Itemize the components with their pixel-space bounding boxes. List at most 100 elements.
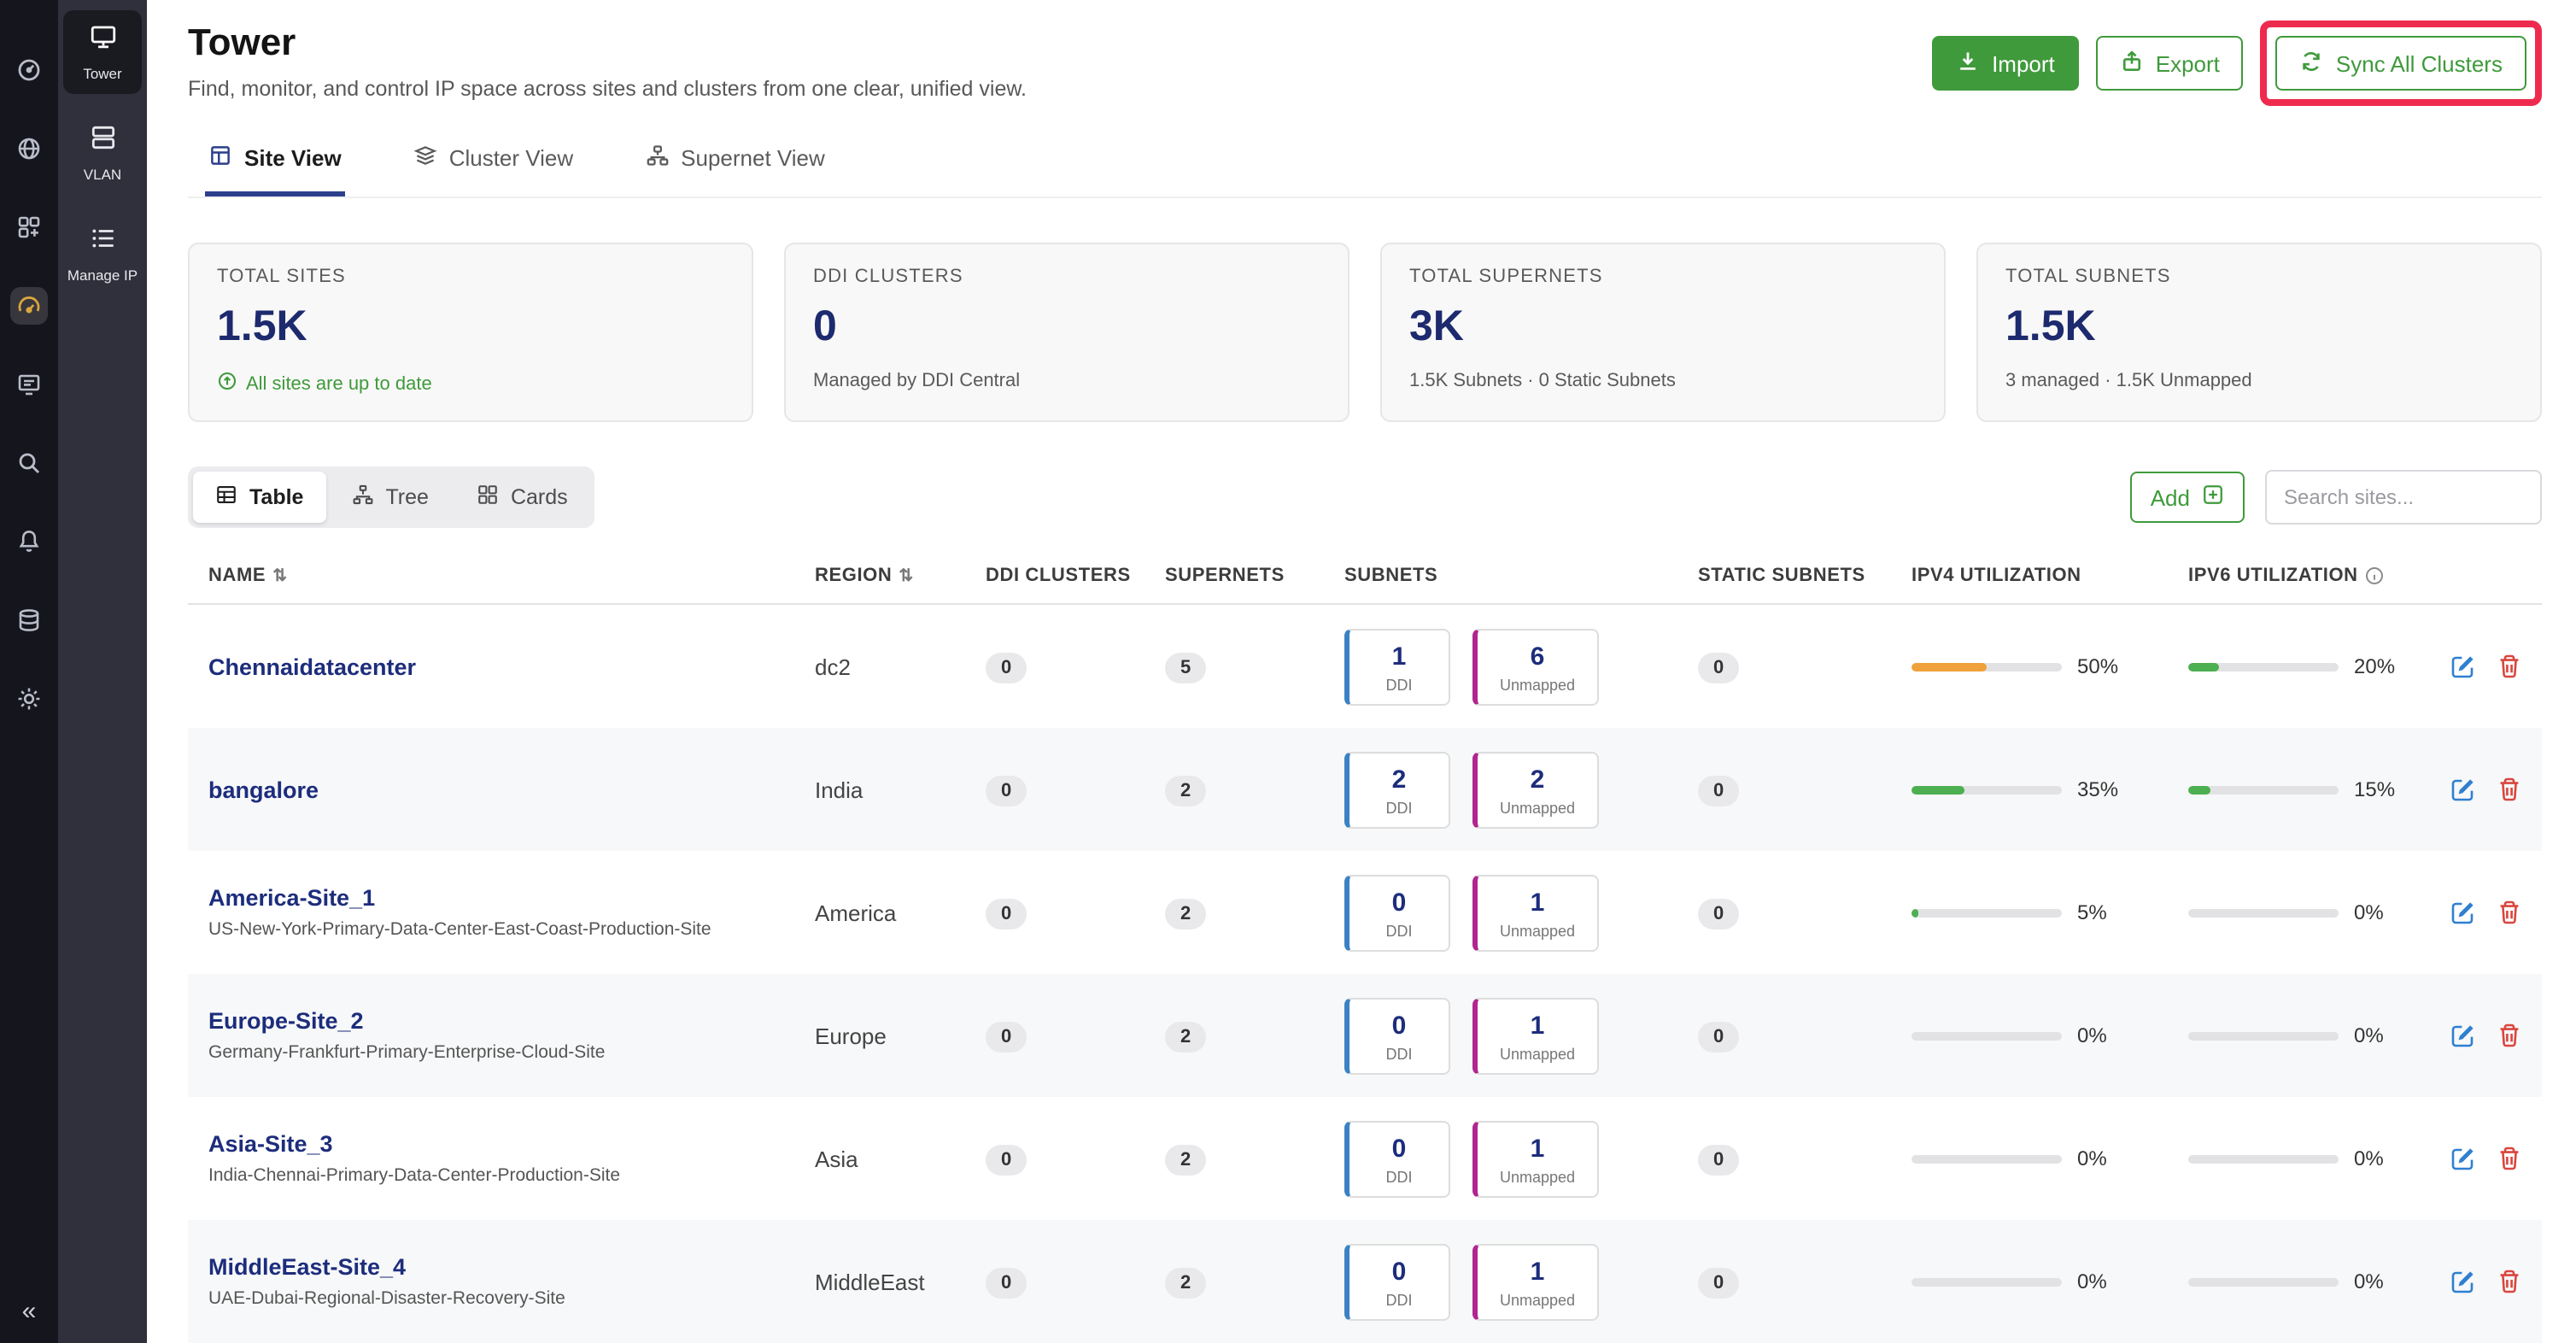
unmapped-subnets-label: Unmapped <box>1478 1168 1597 1185</box>
nav-item-manage-ip[interactable]: Manage IP <box>63 211 142 295</box>
view-toggle-tree[interactable]: Tree <box>329 472 451 523</box>
plus-square-icon <box>2202 484 2224 511</box>
view-toggle-table[interactable]: Table <box>193 472 325 523</box>
unmapped-subnets-box[interactable]: 6 Unmapped <box>1472 628 1599 705</box>
site-description: Germany-Frankfurt-Primary-Enterprise-Clo… <box>208 1042 815 1063</box>
unmapped-subnets-box[interactable]: 1 Unmapped <box>1472 1243 1599 1320</box>
table-row: Chennaidatacenter dc2 0 5 1 DDI 6 Unmapp… <box>188 605 2542 728</box>
ddi-subnets-box[interactable]: 0 DDI <box>1344 1243 1450 1320</box>
unmapped-subnets-label: Unmapped <box>1478 922 1597 939</box>
annotation-highlight-box: Sync All Clusters <box>2261 21 2542 106</box>
ipv6-percent: 0% <box>2354 1147 2384 1170</box>
tab-site-view[interactable]: Site View <box>205 133 345 196</box>
unmapped-subnets-box[interactable]: 1 Unmapped <box>1472 1120 1599 1197</box>
ddi-subnets-box[interactable]: 1 DDI <box>1344 628 1450 705</box>
unmapped-subnets-box[interactable]: 1 Unmapped <box>1472 997 1599 1074</box>
tab-supernet-view[interactable]: Supernet View <box>641 133 828 196</box>
unmapped-subnets-box[interactable]: 1 Unmapped <box>1472 874 1599 951</box>
nav-item-vlan[interactable]: VLAN <box>63 111 142 195</box>
site-name-link[interactable]: bangalore <box>208 777 815 802</box>
globe-icon[interactable] <box>10 130 48 167</box>
stat-value: 1.5K <box>2005 302 2513 352</box>
ipv4-percent: 35% <box>2077 777 2118 801</box>
import-button[interactable]: Import <box>1932 36 2079 91</box>
supernets-badge: 5 <box>1165 652 1206 683</box>
unmapped-subnets-label: Unmapped <box>1478 1045 1597 1062</box>
stat-subtext: 3 managed · 1.5K Unmapped <box>2005 371 2252 391</box>
sort-icon[interactable]: ⇅ <box>272 566 287 585</box>
audit-search-icon[interactable] <box>10 444 48 482</box>
unmapped-subnets-box[interactable]: 2 Unmapped <box>1472 751 1599 828</box>
sort-icon[interactable]: ⇅ <box>899 566 913 585</box>
col-header-region[interactable]: REGION⇅ <box>815 566 986 586</box>
region-cell: dc2 <box>815 654 986 679</box>
site-name-link[interactable]: Europe-Site_2 <box>208 1008 815 1034</box>
export-button[interactable]: Export <box>2096 36 2244 91</box>
stat-value: 1.5K <box>217 302 724 352</box>
storage-layers-icon[interactable] <box>10 601 48 639</box>
edit-site-button[interactable] <box>2448 1021 2477 1050</box>
stat-label: DDI CLUSTERS <box>813 267 1320 287</box>
delete-site-button[interactable] <box>2494 1144 2523 1173</box>
ipv4-percent: 50% <box>2077 654 2118 678</box>
ddi-subnets-box[interactable]: 0 DDI <box>1344 874 1450 951</box>
edit-site-button[interactable] <box>2448 1144 2477 1173</box>
ddi-clusters-badge: 0 <box>986 898 1027 929</box>
ipv4-percent: 0% <box>2077 1023 2107 1047</box>
ipam-gauge-icon[interactable] <box>10 287 48 325</box>
ipv4-percent: 5% <box>2077 900 2107 924</box>
site-name-link[interactable]: America-Site_1 <box>208 885 815 911</box>
search-sites-input[interactable] <box>2265 470 2542 525</box>
site-description: India-Chennai-Primary-Data-Center-Produc… <box>208 1165 815 1186</box>
ddi-subnets-box[interactable]: 2 DDI <box>1344 751 1450 828</box>
col-header-name[interactable]: NAME⇅ <box>208 566 815 586</box>
add-site-button[interactable]: Add <box>2130 472 2245 523</box>
tab-cluster-view[interactable]: Cluster View <box>410 133 577 196</box>
region-cell: Europe <box>815 1023 986 1048</box>
module-nav: Tower VLAN Manage IP <box>58 0 147 1343</box>
collapse-sidebar-chevron[interactable]: « <box>22 1297 37 1326</box>
ddi-subnets-box[interactable]: 0 DDI <box>1344 1120 1450 1197</box>
delete-site-button[interactable] <box>2494 652 2523 681</box>
layers-icon <box>413 144 437 173</box>
static-subnets-badge: 0 <box>1698 1144 1739 1175</box>
nav-item-tower[interactable]: Tower <box>63 10 142 94</box>
supernets-badge: 2 <box>1165 1144 1206 1175</box>
ipv4-progress-track <box>1912 1277 2062 1286</box>
site-name-link[interactable]: MiddleEast-Site_4 <box>208 1254 815 1280</box>
sync-all-clusters-button[interactable]: Sync All Clusters <box>2276 36 2526 91</box>
network-icon <box>645 144 669 173</box>
ipv4-utilization-cell: 0% <box>1912 1023 2188 1047</box>
ipv6-progress-track <box>2188 1277 2339 1286</box>
main-content: Tower Find, monitor, and control IP spac… <box>147 0 2576 1343</box>
delete-site-button[interactable] <box>2494 1021 2523 1050</box>
edit-site-button[interactable] <box>2448 1267 2477 1296</box>
cards-grid-icon <box>477 484 499 511</box>
reports-icon[interactable] <box>10 366 48 403</box>
sites-table: NAME⇅ REGION⇅ DDI CLUSTERS SUPERNETS SUB… <box>188 555 2542 1343</box>
site-name-link[interactable]: Chennaidatacenter <box>208 654 815 679</box>
supernets-badge: 2 <box>1165 898 1206 929</box>
table-row: Asia-Site_3 India-Chennai-Primary-Data-C… <box>188 1097 2542 1220</box>
apps-grid-icon[interactable] <box>10 208 48 246</box>
view-toggle-cards[interactable]: Cards <box>454 472 590 523</box>
delete-site-button[interactable] <box>2494 898 2523 927</box>
settings-gear-icon[interactable] <box>10 680 48 718</box>
ddi-subnets-box[interactable]: 0 DDI <box>1344 997 1450 1074</box>
region-cell: MiddleEast <box>815 1269 986 1294</box>
dashboard-icon[interactable] <box>10 51 48 89</box>
site-name-link[interactable]: Asia-Site_3 <box>208 1131 815 1157</box>
edit-site-button[interactable] <box>2448 652 2477 681</box>
icon-rail: « <box>0 0 58 1343</box>
list-icon <box>88 223 117 261</box>
notifications-bell-icon[interactable] <box>10 523 48 560</box>
delete-site-button[interactable] <box>2494 1267 2523 1296</box>
info-icon[interactable] <box>2365 566 2386 586</box>
stat-label: TOTAL SITES <box>217 267 724 287</box>
delete-site-button[interactable] <box>2494 775 2523 804</box>
edit-site-button[interactable] <box>2448 775 2477 804</box>
ipv4-bar-fill <box>1912 908 1919 917</box>
edit-site-button[interactable] <box>2448 898 2477 927</box>
col-header-static-subnets: STATIC SUBNETS <box>1698 566 1912 586</box>
stat-card-total-subnets: TOTAL SUBNETS 1.5K 3 managed · 1.5K Unma… <box>1976 243 2542 422</box>
